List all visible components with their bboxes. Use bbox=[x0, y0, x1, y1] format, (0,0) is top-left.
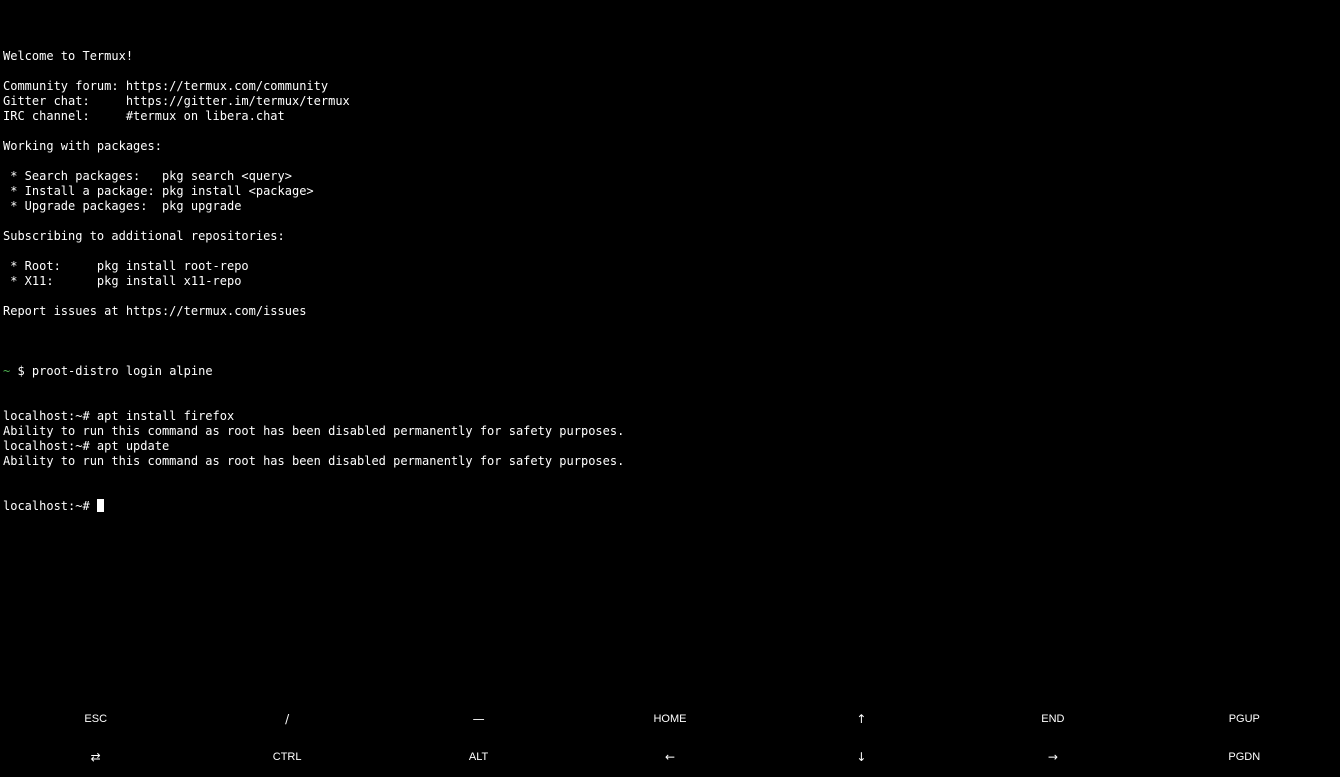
key-ctrl[interactable]: CTRL bbox=[191, 738, 382, 776]
terminal-line: * Root: pkg install root-repo bbox=[3, 259, 249, 273]
prompt-command: proot-distro login alpine bbox=[31, 364, 213, 378]
prompt-symbol: $ bbox=[10, 364, 32, 378]
terminal-line: Report issues at https://termux.com/issu… bbox=[3, 304, 307, 318]
current-prompt-line[interactable]: localhost:~# bbox=[3, 499, 1333, 514]
terminal-line: Gitter chat: https://gitter.im/termux/te… bbox=[3, 94, 350, 108]
text-cursor bbox=[96, 499, 104, 512]
terminal-line: * Search packages: pkg search <query> bbox=[3, 169, 292, 183]
terminal-line: localhost:~# apt update bbox=[3, 439, 170, 453]
key-arrow-right[interactable]: → bbox=[957, 738, 1148, 776]
extra-keys-row-1: ESC / — HOME ↑ END PGUP bbox=[0, 700, 1340, 738]
welcome-message: Welcome to Termux! Community forum: https… bbox=[3, 49, 1333, 334]
terminal-line: * Install a package: pkg install <packag… bbox=[3, 184, 314, 198]
key-home[interactable]: HOME bbox=[574, 700, 765, 738]
terminal-line: Ability to run this command as root has … bbox=[3, 454, 625, 468]
key-slash[interactable]: / bbox=[191, 700, 382, 738]
terminal-line: * Upgrade packages: pkg upgrade bbox=[3, 199, 242, 213]
terminal-line: Community forum: https://termux.com/comm… bbox=[3, 79, 329, 93]
terminal-line: localhost:~# apt install firefox bbox=[3, 409, 235, 423]
extra-keys-bar: ESC / — HOME ↑ END PGUP ⇄ CTRL ALT ← ↓ → PGDN bbox=[0, 700, 1340, 777]
key-pgdn[interactable]: PGDN bbox=[1149, 738, 1340, 776]
shell-prompt-line: ~ $ proot-distro login alpine bbox=[3, 364, 1333, 379]
terminal-line: Welcome to Termux! bbox=[3, 49, 134, 63]
terminal-line: IRC channel: #termux on libera.chat bbox=[3, 109, 285, 123]
key-dash[interactable]: — bbox=[383, 700, 574, 738]
key-end[interactable]: END bbox=[957, 700, 1148, 738]
terminal-line: Working with packages: bbox=[3, 139, 162, 153]
terminal-output[interactable]: Welcome to Termux! Community forum: https… bbox=[3, 19, 1333, 679]
terminal-line: Subscribing to additional repositories: bbox=[3, 229, 285, 243]
key-arrow-left[interactable]: ← bbox=[574, 738, 765, 776]
extra-keys-row-2: ⇄ CTRL ALT ← ↓ → PGDN bbox=[0, 738, 1340, 776]
key-arrow-up[interactable]: ↑ bbox=[766, 700, 957, 738]
session-output: localhost:~# apt install firefox Ability … bbox=[3, 409, 1333, 469]
key-alt[interactable]: ALT bbox=[383, 738, 574, 776]
key-pgup[interactable]: PGUP bbox=[1149, 700, 1340, 738]
current-prompt: localhost:~# bbox=[3, 499, 97, 513]
tab-icon[interactable]: ⇄ bbox=[0, 738, 191, 776]
key-arrow-down[interactable]: ↓ bbox=[766, 738, 957, 776]
terminal-line: * X11: pkg install x11-repo bbox=[3, 274, 242, 288]
terminal-line: Ability to run this command as root has … bbox=[3, 424, 625, 438]
key-esc[interactable]: ESC bbox=[0, 700, 191, 738]
